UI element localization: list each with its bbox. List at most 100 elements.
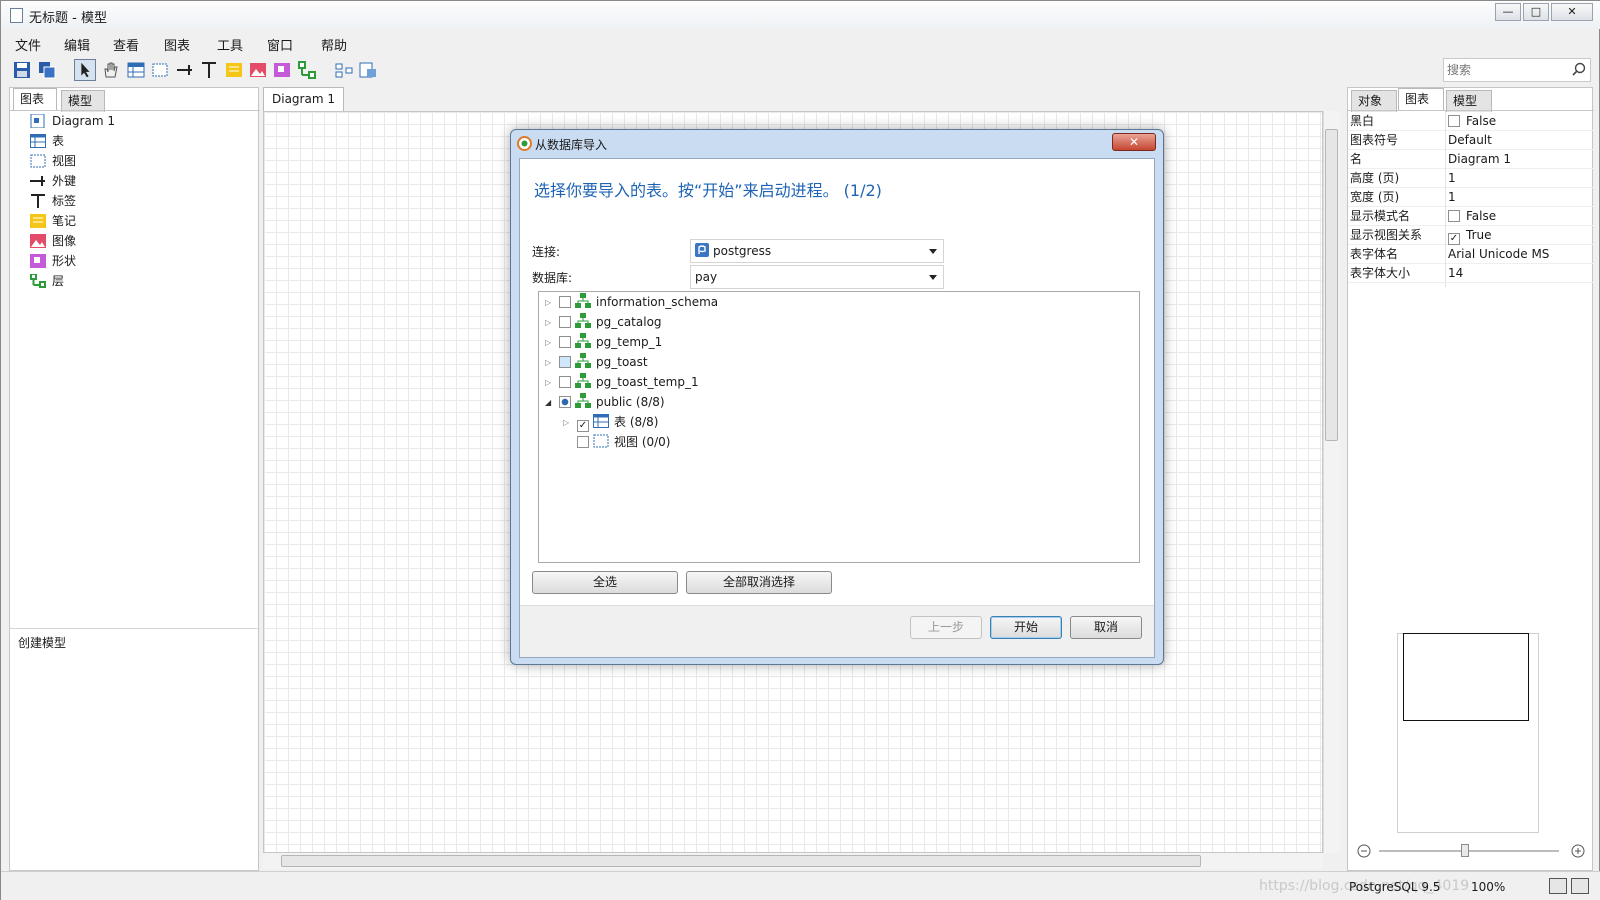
pointer-icon[interactable] <box>74 59 96 81</box>
zoom-slider-thumb[interactable] <box>1461 844 1469 857</box>
save-icon[interactable] <box>13 61 31 79</box>
image-icon[interactable] <box>249 61 267 79</box>
left-item-note[interactable]: 笔记 <box>30 212 76 230</box>
tree-row-pg-toast-temp-1[interactable]: ▷ pg_toast_temp_1 <box>545 373 699 391</box>
tab-model-props[interactable]: 模型 <box>1446 90 1492 112</box>
tab-diagram-props[interactable]: 图表 <box>1398 88 1444 110</box>
connection-select[interactable]: postgress <box>690 239 944 263</box>
prop-row-notation[interactable]: 图表符号 Default <box>1348 131 1594 150</box>
prop-row-font-size[interactable]: 表字体大小 14 <box>1348 264 1594 283</box>
expand-icon[interactable]: ▷ <box>563 414 573 432</box>
tab-model[interactable]: 模型 <box>61 90 105 112</box>
expand-icon[interactable]: ▷ <box>545 294 555 312</box>
prop-checkbox[interactable]: ✓ <box>1448 233 1460 245</box>
left-item-shape[interactable]: 形状 <box>30 252 76 270</box>
prop-row-monochrome[interactable]: 黑白 False <box>1348 112 1594 131</box>
panel-toggle-icon[interactable] <box>1571 878 1589 894</box>
hand-icon[interactable] <box>101 61 119 79</box>
tree-checkbox[interactable] <box>559 396 571 408</box>
tree-checkbox[interactable] <box>577 436 589 448</box>
prop-row-width[interactable]: 宽度 (页) 1 <box>1348 188 1594 207</box>
prop-row-show-schema[interactable]: 显示模式名 False <box>1348 207 1594 226</box>
tree-row-pg-catalog[interactable]: ▷ pg_catalog <box>545 313 662 331</box>
prop-checkbox[interactable] <box>1448 210 1460 222</box>
zoom-in-icon[interactable] <box>1571 844 1585 858</box>
tab-object[interactable]: 对象 <box>1351 90 1397 112</box>
prop-row-show-view-relations[interactable]: 显示视图关系 ✓ True <box>1348 226 1594 245</box>
left-item-view[interactable]: 视图 <box>30 152 76 170</box>
layout-toggle-icon[interactable] <box>1549 878 1567 894</box>
tree-checkbox[interactable] <box>559 376 571 388</box>
tree-row-views[interactable]: 视图 (0/0) <box>563 433 671 451</box>
tree-checkbox[interactable]: ✓ <box>577 420 589 432</box>
expand-icon[interactable]: ▷ <box>545 314 555 332</box>
prop-row-height[interactable]: 高度 (页) 1 <box>1348 169 1594 188</box>
prop-checkbox[interactable] <box>1448 115 1460 127</box>
zoom-out-icon[interactable] <box>1357 844 1371 858</box>
note-icon[interactable] <box>225 61 243 79</box>
tree-checkbox[interactable] <box>559 336 571 348</box>
prop-row-name[interactable]: 名 Diagram 1 <box>1348 150 1594 169</box>
start-button[interactable]: 开始 <box>990 616 1062 639</box>
tree-checkbox[interactable] <box>559 356 571 368</box>
reverse-engineer-icon[interactable] <box>359 61 377 79</box>
auto-layout-icon[interactable] <box>335 61 353 79</box>
tree-checkbox[interactable] <box>559 296 571 308</box>
search-input[interactable] <box>1444 59 1568 81</box>
left-item-label: 外键 <box>52 174 77 188</box>
left-item-foreign-key[interactable]: 外键 <box>30 172 76 190</box>
overview-viewport[interactable] <box>1403 633 1529 721</box>
tree-row-tables[interactable]: ▷ ✓ 表 (8/8) <box>563 413 659 432</box>
select-all-button[interactable]: 全选 <box>532 571 678 594</box>
database-select[interactable]: pay <box>690 265 944 289</box>
left-item-table[interactable]: 表 <box>30 132 64 150</box>
prop-row-font-name[interactable]: 表字体名 Arial Unicode MS <box>1348 245 1594 264</box>
shape-icon[interactable] <box>273 61 291 79</box>
expand-icon[interactable]: ▷ <box>545 374 555 392</box>
tree-row-pg-temp-1[interactable]: ▷ pg_temp_1 <box>545 333 662 351</box>
search-box[interactable] <box>1443 58 1591 82</box>
deselect-all-button[interactable]: 全部取消选择 <box>686 571 832 594</box>
menu-help[interactable]: 帮助 <box>321 35 347 54</box>
close-button[interactable]: ✕ <box>1551 3 1593 21</box>
expand-icon[interactable]: ▷ <box>545 354 555 372</box>
tree-row-public[interactable]: ◢ public (8/8) <box>545 393 665 411</box>
prop-value: False <box>1466 209 1497 223</box>
table-icon[interactable] <box>127 61 145 79</box>
horizontal-scroll-thumb[interactable] <box>281 855 1201 867</box>
dialog-close-button[interactable]: ✕ <box>1112 133 1156 151</box>
back-button[interactable]: 上一步 <box>910 616 982 639</box>
tree-row-pg-toast[interactable]: ▷ pg_toast <box>545 353 648 371</box>
layer-icon[interactable] <box>298 61 316 79</box>
label-icon[interactable] <box>200 61 218 79</box>
left-item-image[interactable]: 图像 <box>30 232 76 250</box>
tree-row-information-schema[interactable]: ▷ information_schema <box>545 293 718 311</box>
view-icon[interactable] <box>151 61 169 79</box>
minimize-button[interactable]: — <box>1495 3 1521 21</box>
menu-view[interactable]: 查看 <box>113 35 139 54</box>
cancel-button[interactable]: 取消 <box>1070 616 1142 639</box>
vertical-scroll-thumb[interactable] <box>1325 129 1338 441</box>
menu-file[interactable]: 文件 <box>15 35 41 54</box>
tree-label: pg_toast <box>596 355 648 369</box>
left-item-diagram[interactable]: Diagram 1 <box>30 112 115 130</box>
save-all-icon[interactable] <box>38 61 56 79</box>
menu-edit[interactable]: 编辑 <box>64 35 90 54</box>
tab-divider <box>10 110 260 111</box>
left-item-layer[interactable]: 层 <box>30 272 64 290</box>
menu-diagram[interactable]: 图表 <box>164 35 190 54</box>
toolbar <box>1 55 1600 85</box>
collapse-icon[interactable]: ◢ <box>545 394 555 412</box>
tab-diagram[interactable]: 图表 <box>13 88 57 110</box>
foreign-key-icon[interactable] <box>176 61 194 79</box>
menu-tools[interactable]: 工具 <box>217 35 243 54</box>
zoom-slider-track[interactable] <box>1379 850 1559 852</box>
maximize-button[interactable]: □ <box>1523 3 1549 21</box>
menu-window[interactable]: 窗口 <box>267 35 293 54</box>
expand-icon[interactable]: ▷ <box>545 334 555 352</box>
left-panel: 图表 模型 Diagram 1 表 视图 外键 标签 笔记 图像 形状 层 创建… <box>9 87 260 871</box>
tree-checkbox[interactable] <box>559 316 571 328</box>
tab-diagram-1[interactable]: Diagram 1 <box>263 87 344 111</box>
search-icon[interactable] <box>1572 62 1586 76</box>
left-item-label-tool[interactable]: 标签 <box>30 192 76 210</box>
